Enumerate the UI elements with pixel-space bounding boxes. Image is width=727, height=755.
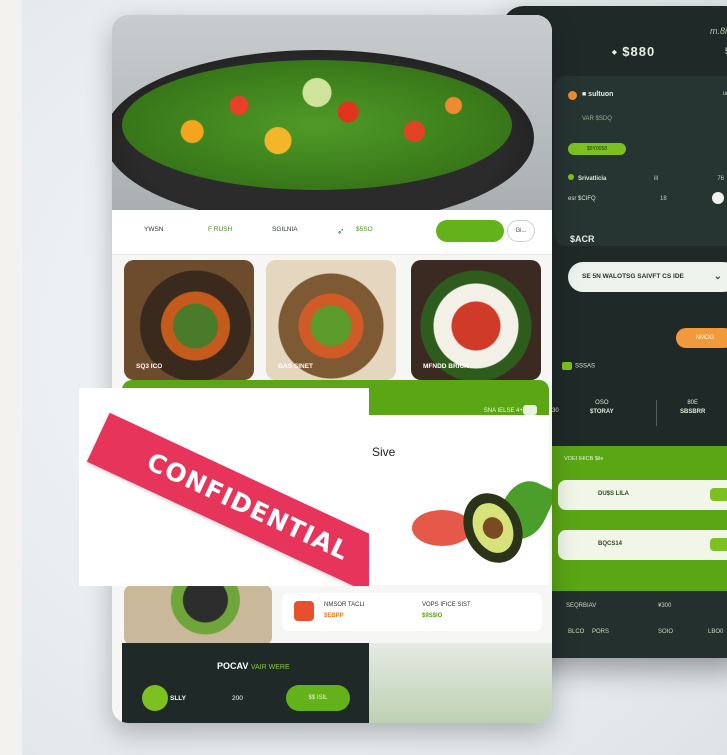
green-section-title: VOEI IHICB $ile [564,456,604,462]
filter-primary-button[interactable] [436,220,504,242]
checkout-value: 200 [232,695,243,702]
food-tile-label: GAS SINET [278,363,314,370]
summary-pill-button[interactable]: $5Y0058 [568,143,626,155]
green-dot-icon [568,174,574,180]
menu-row-title: NMSOR TACLI [324,602,365,608]
summary-row-1-value-a: ill [654,176,658,182]
option-select[interactable]: SE 5N WALOTSG SAIVFT CS IDE ⌄ [568,262,727,292]
food-tile-bottom[interactable] [124,585,272,645]
stat-1-bottom: $TORAY [590,409,614,415]
toggle-icon [710,488,727,501]
stat-2-bottom: SBSBRR [680,409,706,415]
stat-1: OSO $TORAY [590,400,614,415]
bottom-right-panel [369,643,552,723]
filter-item-4[interactable]: $5SO [356,226,373,233]
bottom-checkout-bar: POCAV VAIR WERE SLLY 200 $$ ISIL [122,643,369,723]
stats-row: 30 OSO $TORAY 80E SBSBRR [552,394,727,434]
leaf-tag: SSSAS [562,362,595,371]
checkout-label: SLLY [170,695,187,702]
green-option-2-label: BQCS14 [598,541,623,547]
summary-title: ■ sultuon [582,91,614,98]
chat-icon[interactable] [523,405,537,415]
menu-row-thumbnail [294,601,314,621]
stat-2: 80E SBSBRR [680,400,705,415]
salad-image [122,60,512,190]
checkout-title-main: POCAV [217,661,249,671]
summary-right-label: urr [722,91,727,97]
green-option-1-label: DU$S LILA [598,491,630,497]
food-tile[interactable]: GAS SINET [266,260,396,380]
avocado-pit [479,513,507,543]
food-tile-label: MFNDD BRICK [423,363,469,370]
leaf-icon [562,362,572,370]
stat-1-top: OSO [595,400,609,406]
summary-row-1-value-b: 76 [717,176,724,182]
toggle-badge-icon[interactable] [712,192,724,204]
right-footer: SEQRBIAV ¥300 BLCO PORS SOIO LBO0 [552,591,727,658]
green-band-text: SNA IELSE 4+ [483,408,523,414]
food-tile[interactable]: SQ3 ICO [124,260,254,380]
menu-row[interactable]: NMSOR TACLI $EBPP VOPS IFICE SIST $9S$IO [282,593,542,631]
avocado-image [407,473,552,575]
summary-row-1[interactable]: Srivatlicia [568,174,606,182]
stat-left: 30 [552,408,559,414]
checkout-title-accent: VAIR WERE [250,664,290,671]
brand-label: m.8ign [709,26,727,36]
chevron-down-icon: ⌄ [713,271,722,282]
toggle-icon [710,538,727,551]
summary-row-2[interactable]: esr $CIFQ [568,196,596,202]
checkout-button[interactable]: $$ ISIL [286,685,350,711]
summary-card: ■ sultuon urr VAR $SDQ $5Y0058 Srivatlic… [554,76,727,246]
confidential-stamp-text: CONFIDENTIAL [142,446,354,566]
menu-row-price: $EBPP [324,613,344,619]
leaf-tag-label: SSSAS [575,363,596,370]
summary-row-2-value: 18 [660,196,667,202]
footer-item-3[interactable]: SOIO [658,629,673,635]
avatar[interactable] [142,685,168,711]
footer-item-2[interactable]: PORS [592,629,609,635]
footer-item-1[interactable]: BLCO [568,629,584,635]
orange-dot-icon [568,91,577,100]
filter-item-1[interactable]: YWSN [144,226,164,233]
section-title: $ACR [570,234,595,244]
footer-top-right: ¥300 [658,603,672,609]
product-title: Sive [372,445,396,459]
checkout-title: POCAV VAIR WERE [217,661,290,671]
menu-row-price-2: $9S$IO [422,613,443,619]
food-tile-label: SQ3 ICO [136,363,163,370]
green-option-2[interactable]: BQCS14 [558,530,727,560]
food-tile[interactable]: MFNDD BRICK [411,260,541,380]
summary-row-1-label: Srivatlicia [578,176,607,182]
hero-salad-image [112,15,552,225]
filter-secondary-button[interactable]: Gi... [507,220,535,242]
summary-sub: VAR $SDQ [582,116,612,122]
green-option-1[interactable]: DU$S LILA [558,480,727,510]
filter-item-3[interactable]: SGILNIA [272,226,298,233]
footer-top-left: SEQRBIAV [566,603,597,609]
option-select-value: SE 5N WALOTSG SAIVFT CS IDE [582,273,684,280]
leaf-icon: ➶ [337,226,345,236]
stats-divider [656,400,657,426]
main-app-card: YWSN F RUSH SGILNIA ➶ $5SO Gi... SQ3 ICO… [112,15,552,723]
confidential-overlay: CONFIDENTIAL [79,388,369,586]
confidential-stamp: CONFIDENTIAL [86,412,369,586]
canvas: m.8ign ⬩ $880 58 ■ sultuon urr VAR $SDQ … [22,0,727,755]
filter-item-2[interactable]: F RUSH [208,226,232,233]
filter-bar: YWSN F RUSH SGILNIA ➶ $5SO Gi... [112,210,552,255]
green-options-section: VOEI IHICB $ile DU$S LILA BQCS14 [552,446,727,591]
menu-row-title-2: VOPS IFICE SIST [422,602,471,608]
footer-item-4[interactable]: LBO0 [708,629,723,635]
orange-action-button[interactable]: NMOG [676,328,727,348]
price-header: ⬩ $880 [612,44,656,59]
stat-2-top: 80E [687,400,699,406]
